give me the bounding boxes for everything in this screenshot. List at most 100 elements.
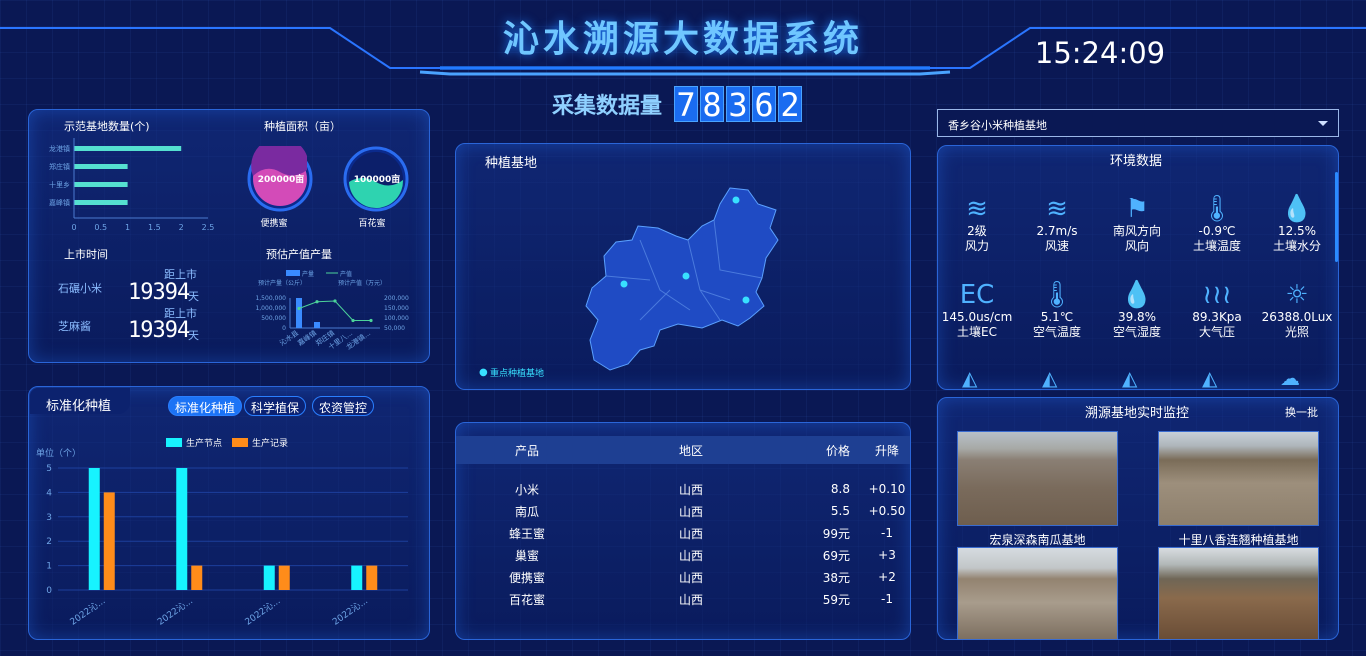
tick-label: 500,000 — [261, 315, 286, 322]
forecast-title: 预估产值产量 — [266, 248, 332, 261]
counter-digit: 8 — [700, 86, 725, 123]
bar — [191, 565, 203, 590]
table-cell: 59元 — [822, 592, 850, 607]
tick-label: 0 — [282, 325, 286, 332]
env-item: ⚑ 南风方向 风向 — [1097, 194, 1177, 254]
table-cell: -1 — [881, 526, 893, 540]
listing-name: 芝麻酱 — [58, 320, 91, 333]
env-value: 南风方向 — [1112, 224, 1161, 238]
table-cell: -1 — [881, 592, 893, 606]
table-cell: 小米 — [514, 482, 539, 497]
table-cell: 巢蜜 — [514, 548, 539, 563]
table-cell: 山西 — [678, 592, 703, 607]
county-map — [585, 187, 779, 371]
camera-caption: 十里八香连翘种植基地 — [1178, 533, 1299, 547]
env-item: ☼ 26388.0Lux 光照 — [1257, 280, 1337, 340]
counter-digit: 7 — [674, 86, 699, 123]
category-label: 2022沁... — [330, 595, 369, 627]
humidity-icon: ◭ — [1042, 366, 1058, 388]
sun-icon: ☼ — [1285, 280, 1309, 310]
table-row: 便携蜜 山西 38元 +2 — [456, 566, 910, 588]
camera-feed[interactable] — [1158, 431, 1319, 526]
map-legend: 重点种植基地 — [490, 369, 545, 379]
camera-feed[interactable] — [1158, 547, 1319, 640]
table-cell: 山西 — [678, 570, 703, 585]
table-cell: 山西 — [678, 482, 703, 497]
tick-label: 2 — [179, 223, 184, 232]
tick-label: 200,000 — [384, 295, 409, 302]
page-title: 沁水溯源大数据系统 — [502, 19, 863, 60]
ec-icon: EC — [959, 280, 995, 310]
category-label: 沁水县 — [278, 328, 300, 347]
table-cell: 山西 — [678, 548, 703, 563]
site-select[interactable]: 香乡谷小米种植基地 — [937, 109, 1339, 137]
tab-input-control[interactable]: 农资管控 — [312, 396, 375, 416]
tick-label: 5 — [46, 464, 52, 474]
camera-feed[interactable] — [957, 547, 1118, 640]
table-cell: +3 — [878, 548, 896, 562]
env-value: 89.3Kpa — [1192, 310, 1242, 324]
header-change: 升降 — [874, 443, 899, 458]
humidity-icon: 💧 — [1120, 280, 1154, 310]
table-cell: +2 — [878, 570, 896, 584]
env-label: 光照 — [1284, 325, 1309, 339]
cloud-icon: ☁ — [1280, 366, 1300, 388]
refresh-button[interactable]: 换一批 — [1285, 404, 1318, 420]
listing-name: 石碾小米 — [58, 282, 102, 295]
tick-label: 0 — [46, 586, 52, 596]
area-label: 便携蜜 — [260, 219, 288, 229]
env-item: 💧 39.8% 空气湿度 — [1097, 280, 1177, 340]
env-label: 空气温度 — [1032, 325, 1081, 339]
env-item: 🌡 -0.9℃ 土壤温度 — [1177, 194, 1257, 254]
chevron-down-icon — [1318, 121, 1328, 126]
env-value: 145.0us/cm — [941, 310, 1013, 324]
thermometer-icon: 🌡 — [1040, 280, 1074, 310]
env-item: 🌡 5.1℃ 空气温度 — [1017, 280, 1097, 340]
table-row: 蜂王蜜 山西 99元 -1 — [456, 522, 910, 544]
area-label: 百花蜜 — [358, 219, 386, 229]
humidity-icon: ◭ — [962, 366, 978, 388]
legend-swatch — [166, 438, 182, 447]
standard-title: 标准化种植 — [46, 399, 112, 414]
table-row: 巢蜜 山西 69元 +3 — [456, 544, 910, 566]
env-more-row: ◭ ◭ ◭ ◭ ☁ — [940, 366, 1336, 388]
wind-icon: ≋ — [966, 194, 988, 224]
listing-days: 19394 — [128, 318, 190, 343]
map-pin-icon: ● — [479, 367, 488, 378]
table-cell: 69元 — [822, 548, 850, 563]
bar — [88, 468, 100, 590]
env-value: 12.5% — [1277, 224, 1317, 238]
header-price: 价格 — [825, 443, 850, 458]
tick-label: 1.5 — [148, 223, 161, 232]
tick-label: 150,000 — [384, 305, 409, 312]
tab-standard[interactable]: 标准化种植 — [168, 396, 243, 416]
env-value: 39.8% — [1117, 310, 1157, 324]
area-value: 100000亩 — [353, 175, 401, 185]
category-label: 2022沁... — [155, 595, 194, 627]
listing-unit: 天 — [188, 290, 199, 303]
area-title: 种植面积（亩） — [264, 120, 341, 133]
standard-chart: 生产节点 生产记录单位（个） 0 1 2 3 4 5 2022沁... 2022沁... 2022沁… — [36, 437, 408, 628]
axis-label: 预计产值（万元） — [338, 279, 386, 287]
bar — [351, 565, 363, 590]
table-cell: 99元 — [822, 526, 850, 541]
env-label: 风速 — [1044, 239, 1069, 253]
legend-label: 生产记录 — [252, 437, 288, 449]
site-select-value: 香乡谷小米种植基地 — [948, 119, 1047, 132]
area-value: 200000亩 — [257, 175, 305, 185]
bar — [263, 565, 275, 590]
table-cell: 便携蜜 — [508, 570, 545, 585]
soil-temperature-icon: 🌡 — [1200, 194, 1234, 224]
env-label: 土壤EC — [957, 325, 997, 339]
price-table: 产品 地区 价格 升降 小米 山西 8.8 +0.10 南瓜 山西 5.5 +0.50 蜂王蜜山… — [456, 436, 910, 610]
legend-label: 产值 — [340, 270, 352, 278]
table-cell: 百花蜜 — [508, 592, 545, 607]
base-count-chart: 龙港镇郑庄镇十里乡嘉峰镇 0 0.5 1 1.5 2 2.5 — [49, 138, 214, 232]
bar — [296, 298, 302, 328]
camera-feed[interactable] — [957, 431, 1118, 526]
table-cell: 5.5 — [830, 504, 850, 518]
bar — [74, 164, 128, 169]
tab-plant-protection[interactable]: 科学植保 — [244, 396, 307, 416]
legend-label: 产量 — [302, 270, 314, 278]
tick-label: 1,500,000 — [255, 295, 286, 302]
